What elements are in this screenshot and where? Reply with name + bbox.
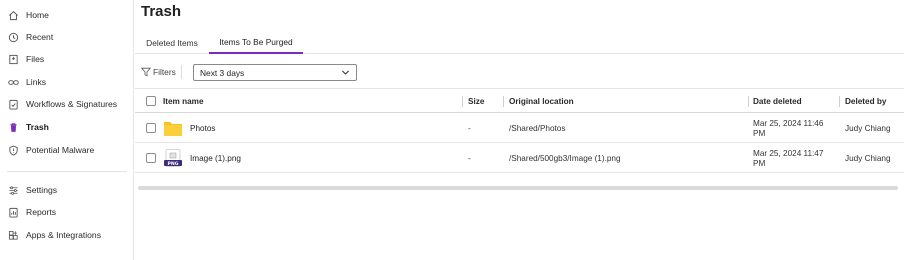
- home-icon: [7, 9, 19, 21]
- filter-icon: [141, 67, 151, 77]
- table-row[interactable]: Photos - /Shared/Photos Mar 25, 2024 11:…: [135, 114, 904, 143]
- column-header-original-location[interactable]: Original location: [509, 89, 574, 114]
- table-header: Item name Size Original location Date de…: [135, 88, 904, 113]
- sidebar-item-recent[interactable]: Recent: [0, 27, 133, 47]
- purge-range-select[interactable]: Next 3 days: [193, 64, 357, 81]
- sidebar-item-links[interactable]: Links: [0, 72, 133, 92]
- table-row[interactable]: PNG Image (1).png - /Shared/500gb3/Image…: [135, 144, 904, 173]
- column-header-deleted-by[interactable]: Deleted by: [845, 89, 886, 114]
- filters-label: Filters: [153, 67, 176, 77]
- sidebar-item-workflows[interactable]: Workflows & Signatures: [0, 94, 133, 114]
- sidebar-item-label: Home: [26, 10, 49, 20]
- page-title: Trash: [141, 3, 182, 20]
- png-badge-label: PNG: [168, 161, 179, 167]
- column-divider: [462, 96, 463, 107]
- item-original-location: /Shared/500gb3/Image (1).png: [509, 154, 621, 163]
- tab-deleted-items[interactable]: Deleted Items: [140, 32, 204, 54]
- sliders-icon: [7, 184, 19, 196]
- column-divider: [748, 96, 749, 107]
- select-all-checkbox[interactable]: [146, 96, 156, 106]
- column-header-size[interactable]: Size: [468, 89, 484, 114]
- purge-range-value: Next 3 days: [200, 67, 245, 78]
- item-original-location: /Shared/Photos: [509, 124, 566, 133]
- column-header-item-name[interactable]: Item name: [163, 89, 204, 114]
- sidebar-item-label: Reports: [26, 207, 57, 217]
- column-divider: [839, 96, 840, 107]
- sidebar-item-label: Workflows & Signatures: [26, 99, 118, 109]
- item-date-deleted: Mar 25, 2024 11:47 PM: [753, 148, 824, 168]
- sidebar-item-potential-malware[interactable]: Potential Malware: [0, 140, 133, 160]
- tab-bar: Deleted Items Items To Be Purged: [135, 32, 904, 54]
- filters-button[interactable]: Filters: [141, 64, 176, 80]
- sidebar: Home Recent Files Links Workflows & Sign…: [0, 0, 134, 260]
- files-icon: [7, 53, 19, 65]
- row-checkbox[interactable]: [146, 123, 156, 133]
- sidebar-item-trash[interactable]: Trash: [0, 117, 133, 137]
- link-icon: [7, 76, 19, 88]
- sidebar-item-home[interactable]: Home: [0, 5, 133, 25]
- horizontal-scrollbar[interactable]: [138, 186, 898, 190]
- sidebar-item-settings[interactable]: Settings: [0, 180, 133, 200]
- item-date-deleted: Mar 25, 2024 11:46 PM: [753, 118, 824, 138]
- folder-icon: [164, 122, 182, 136]
- sidebar-item-label: Apps & Integrations: [26, 230, 102, 240]
- sidebar-item-reports[interactable]: Reports: [0, 202, 133, 222]
- workflow-icon: [7, 98, 19, 110]
- column-header-date-deleted[interactable]: Date deleted: [753, 89, 802, 114]
- sidebar-item-label: Trash: [26, 122, 49, 132]
- apps-icon: [7, 229, 19, 241]
- row-checkbox[interactable]: [146, 153, 156, 163]
- column-divider: [503, 96, 504, 107]
- item-name[interactable]: Photos: [190, 114, 216, 143]
- toolbar: Filters Next 3 days: [135, 62, 904, 82]
- trash-icon: [7, 121, 19, 133]
- main-content: Trash Deleted Items Items To Be Purged F…: [135, 0, 904, 260]
- item-deleted-by: Judy Chiang: [845, 124, 891, 133]
- item-name[interactable]: Image (1).png: [190, 144, 241, 173]
- toolbar-divider: [181, 65, 182, 79]
- sidebar-item-label: Files: [26, 54, 45, 64]
- chevron-down-icon: [341, 70, 350, 75]
- clock-icon: [7, 31, 19, 43]
- sidebar-item-files[interactable]: Files: [0, 49, 133, 69]
- sidebar-divider: [7, 171, 127, 172]
- report-icon: [7, 206, 19, 218]
- png-file-icon: PNG: [164, 149, 182, 167]
- item-size: -: [468, 154, 471, 163]
- shield-icon: [7, 144, 19, 156]
- sidebar-item-label: Settings: [26, 185, 58, 195]
- item-size: -: [468, 124, 471, 133]
- sidebar-item-label: Recent: [26, 32, 54, 42]
- sidebar-item-apps-integrations[interactable]: Apps & Integrations: [0, 225, 133, 245]
- item-deleted-by: Judy Chiang: [845, 154, 891, 163]
- sidebar-item-label: Links: [26, 77, 47, 87]
- sidebar-item-label: Potential Malware: [26, 145, 95, 155]
- tab-items-to-be-purged[interactable]: Items To Be Purged: [209, 32, 303, 54]
